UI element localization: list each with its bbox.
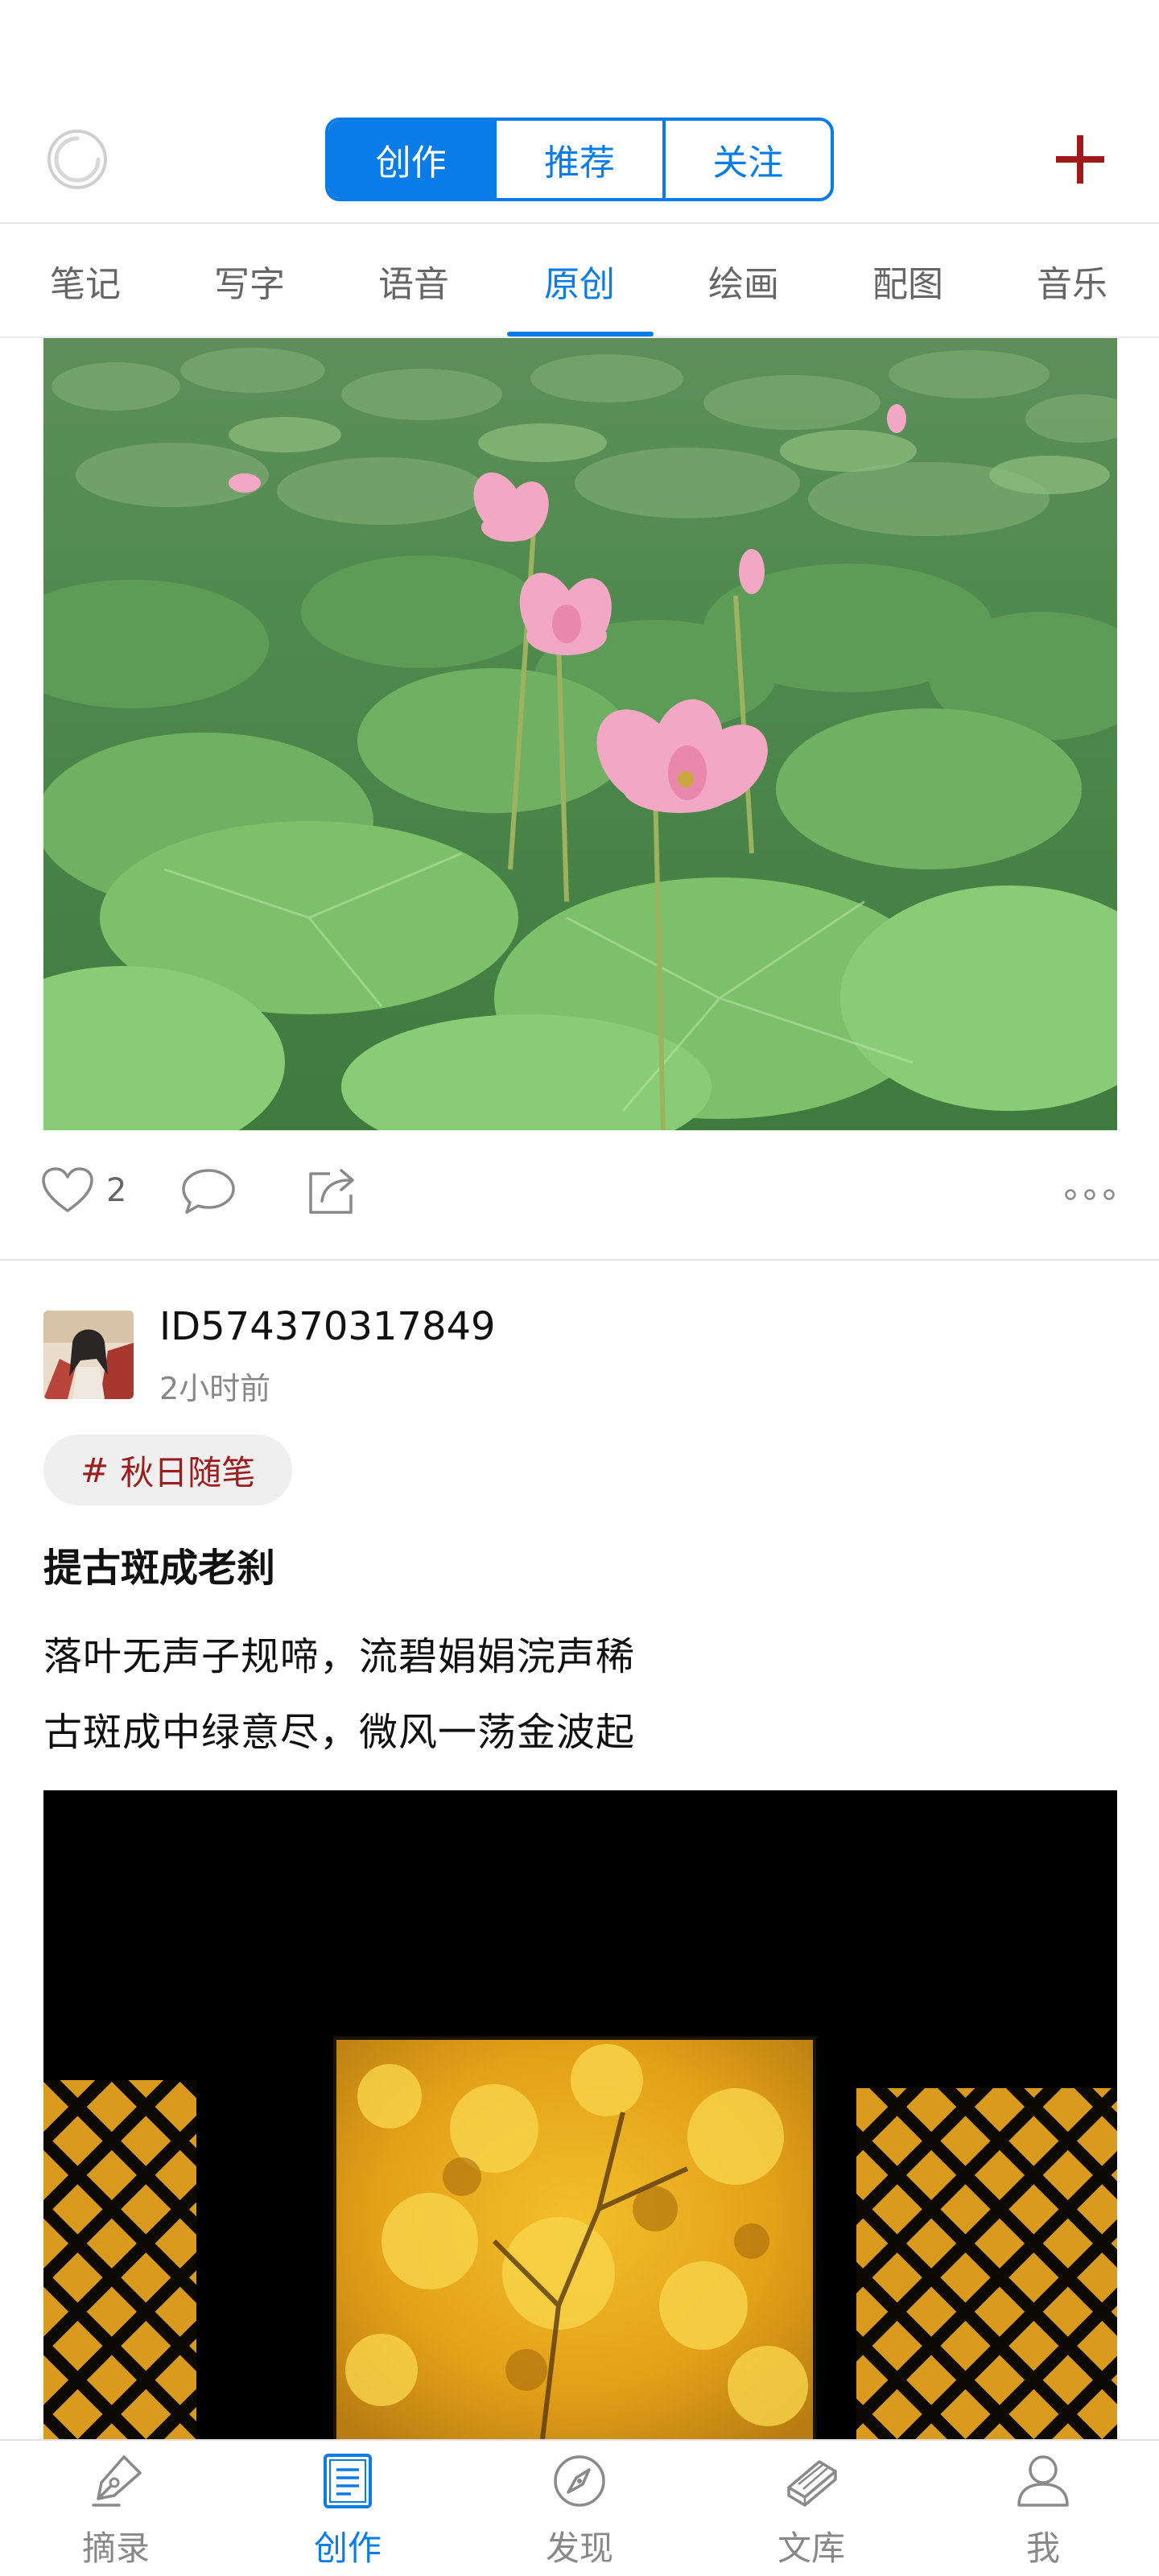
category-tabs: 笔记 写字 语音 原创 绘画 配图 音乐	[0, 224, 1159, 338]
nav-excerpt-label: 摘录	[81, 2529, 150, 2568]
bottom-nav: 摘录 创作 发现 文库 我	[0, 2439, 1159, 2576]
autumn-ginkgo-window-photo[interactable]	[43, 1790, 1117, 2439]
topic-label: 秋日随笔	[120, 1452, 256, 1492]
nav-library-label: 文库	[777, 2529, 845, 2568]
tab-notes[interactable]: 笔记	[3, 224, 167, 338]
nav-create-label: 创作	[313, 2529, 382, 2568]
comment-icon[interactable]	[180, 1166, 237, 1217]
book-icon	[787, 2460, 837, 2507]
heart-icon[interactable]	[40, 1166, 95, 1216]
poem-line-2: 古斑成中绿意尽，微风一荡金波起	[43, 1710, 636, 1755]
document-icon	[324, 2454, 372, 2508]
tab-original[interactable]: 原创	[497, 224, 662, 338]
username[interactable]: ID574370317849	[159, 1304, 496, 1349]
nav-me[interactable]: 我	[927, 2441, 1159, 2576]
share-icon[interactable]	[306, 1164, 359, 1217]
plus-icon[interactable]	[1053, 132, 1107, 187]
post-timestamp: 2小时前	[159, 1371, 271, 1406]
mode-segmented-control: 创作 推荐 关注	[325, 118, 834, 201]
segment-recommend[interactable]: 推荐	[493, 121, 662, 198]
tab-illustration[interactable]: 配图	[826, 224, 990, 338]
nav-discover[interactable]: 发现	[464, 2441, 695, 2576]
tab-music[interactable]: 音乐	[990, 224, 1154, 338]
top-header: 创作 推荐 关注	[0, 0, 1159, 224]
pen-nib-icon	[92, 2455, 142, 2507]
nav-library[interactable]: 文库	[695, 2441, 927, 2576]
nav-excerpt[interactable]: 摘录	[0, 2441, 232, 2576]
avatar[interactable]	[43, 1311, 134, 1399]
tab-writing[interactable]: 写字	[167, 224, 332, 338]
segment-follow[interactable]: 关注	[662, 121, 831, 198]
poem-line-1: 落叶无声子规啼，流碧娟娟浣声稀	[43, 1634, 636, 1679]
topic-tag[interactable]: # 秋日随笔	[43, 1435, 293, 1505]
post-title[interactable]: 提古斑成老刹	[43, 1536, 275, 1592]
refresh-icon[interactable]	[45, 127, 109, 192]
nav-create[interactable]: 创作	[232, 2441, 464, 2576]
more-icon[interactable]	[1064, 1187, 1116, 1203]
tab-painting[interactable]: 绘画	[662, 224, 826, 338]
compass-icon	[554, 2455, 605, 2507]
person-icon	[1017, 2455, 1069, 2507]
like-count: 2	[106, 1172, 127, 1209]
lotus-pond-photo[interactable]	[43, 338, 1117, 1130]
topic-hash: #	[80, 1450, 109, 1490]
segment-create[interactable]: 创作	[328, 121, 494, 198]
nav-discover-label: 发现	[545, 2529, 613, 2568]
nav-me-label: 我	[1025, 2529, 1060, 2568]
tab-voice[interactable]: 语音	[332, 224, 496, 338]
post-divider	[0, 1259, 1159, 1261]
